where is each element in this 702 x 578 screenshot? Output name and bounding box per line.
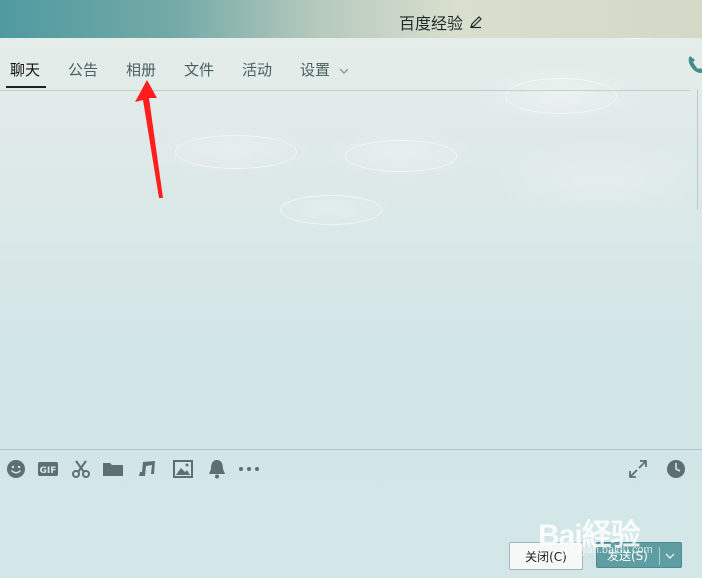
tab-activity[interactable]: 活动: [242, 59, 272, 80]
music-icon[interactable]: [137, 458, 159, 480]
tab-files[interactable]: 文件: [184, 59, 214, 80]
tab-settings[interactable]: 设置: [300, 59, 349, 80]
group-title[interactable]: 百度经验: [399, 10, 483, 34]
clock-icon[interactable]: [665, 458, 687, 480]
active-tab-indicator: [6, 86, 46, 88]
emoji-icon[interactable]: [5, 458, 27, 480]
annotation-arrow: [135, 80, 163, 198]
watermark-url: jingyan.baidu.com: [564, 544, 653, 556]
bell-icon[interactable]: [206, 458, 228, 480]
tab-album[interactable]: 相册: [126, 59, 156, 80]
expand-icon[interactable]: [627, 458, 649, 480]
group-title-text: 百度经验: [399, 14, 464, 33]
tab-bar: 聊天 公告 相册 文件 活动 设置: [0, 50, 690, 91]
background-ripple: [345, 140, 457, 172]
edit-icon[interactable]: [469, 15, 483, 29]
folder-icon[interactable]: [102, 458, 124, 480]
tab-chat[interactable]: 聊天: [10, 59, 40, 80]
svg-text:GIF: GIF: [40, 466, 57, 476]
title-bar: 百度经验: [0, 0, 702, 38]
chevron-down-icon: [339, 68, 349, 74]
tab-announcement[interactable]: 公告: [68, 59, 98, 80]
phone-icon[interactable]: [686, 54, 702, 76]
tab-settings-label: 设置: [300, 61, 331, 79]
background-ripple: [280, 195, 382, 225]
image-icon[interactable]: [172, 458, 194, 480]
more-icon[interactable]: [238, 458, 260, 480]
scrollbar-track[interactable]: [697, 90, 698, 210]
baidu-watermark: Bai経验 jingyan.baidu.com: [538, 500, 698, 560]
scissors-icon[interactable]: [70, 458, 92, 480]
gif-icon[interactable]: GIF: [37, 458, 59, 480]
background-ripple: [175, 135, 297, 169]
input-divider: [0, 449, 702, 450]
